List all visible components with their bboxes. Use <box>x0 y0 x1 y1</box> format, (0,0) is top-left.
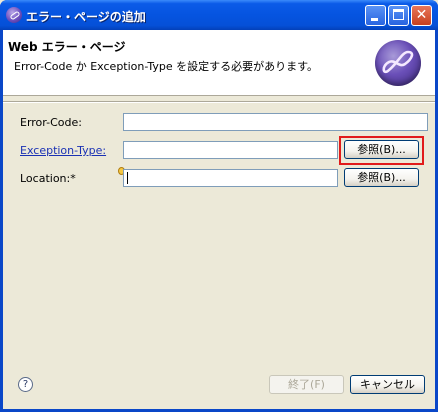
location-browse-button[interactable]: 参照(B)... <box>344 168 419 187</box>
location-label: Location:* <box>20 172 76 185</box>
close-button[interactable]: ✕ <box>411 5 432 26</box>
window-title: エラー・ページの追加 <box>26 10 146 24</box>
text-caret <box>127 172 128 184</box>
error-code-field[interactable] <box>123 113 428 131</box>
error-code-label: Error-Code: <box>20 116 82 129</box>
minimize-button[interactable] <box>365 5 386 26</box>
eclipse-wizard-icon <box>375 40 421 86</box>
exception-type-browse-button[interactable]: 参照(B)... <box>344 140 419 159</box>
cancel-button[interactable]: キャンセル <box>350 375 425 394</box>
dialog-window: エラー・ページの追加 ✕ Web エラー・ページ Error-Code か Ex… <box>0 0 438 412</box>
close-icon: ✕ <box>415 7 428 23</box>
help-icon[interactable]: ? <box>18 377 33 392</box>
infinity-icon <box>382 50 414 74</box>
maximize-icon <box>393 9 404 20</box>
finish-button[interactable]: 終了(F) <box>269 375 344 394</box>
exception-type-link[interactable]: Exception-Type: <box>20 144 106 157</box>
location-field[interactable] <box>123 169 338 187</box>
wizard-banner: Web エラー・ページ Error-Code か Exception-Type … <box>3 30 435 96</box>
minimize-icon <box>371 18 378 21</box>
banner-message: Error-Code か Exception-Type を設定する必要があります… <box>14 60 318 73</box>
separator <box>3 101 435 103</box>
eclipse-icon <box>6 7 22 23</box>
page-title: Web エラー・ページ <box>8 40 126 54</box>
exception-type-field[interactable] <box>123 141 338 159</box>
maximize-button[interactable] <box>388 5 409 26</box>
dialog-body: Web エラー・ページ Error-Code か Exception-Type … <box>3 30 435 409</box>
title-bar[interactable]: エラー・ページの追加 ✕ <box>0 0 438 30</box>
